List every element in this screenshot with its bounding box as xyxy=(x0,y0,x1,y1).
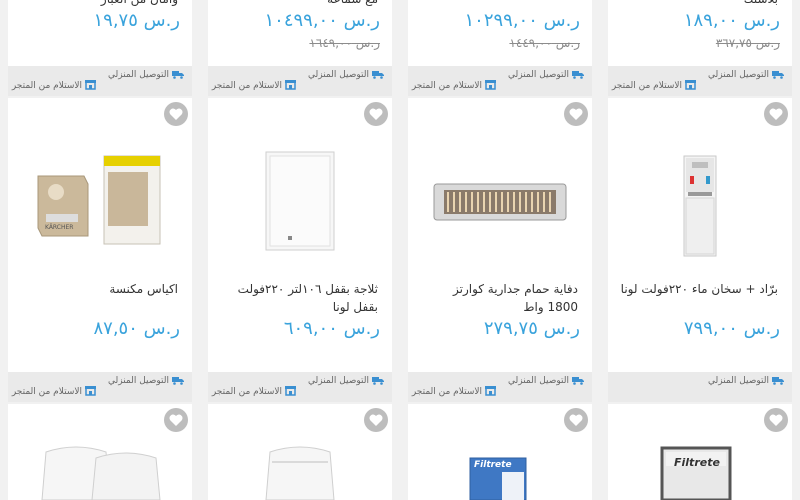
product-price: ر.س ١٩,٧٥ xyxy=(93,10,180,31)
product-price: ر.س ٢٧٩,٧٥ xyxy=(483,318,580,339)
store-pickup-option: الاستلام من المتجر xyxy=(12,385,96,397)
product-title[interactable]: مع سماعة xyxy=(220,0,378,8)
shipping-options: التوصيل المنزلي الاستلام من المتجر xyxy=(208,372,392,402)
shipping-options: التوصيل المنزلي الاستلام من المتجر xyxy=(8,372,192,402)
product-card[interactable]: Filtrete xyxy=(408,404,592,500)
product-title[interactable]: اكياس مكنسة xyxy=(20,280,178,298)
brand-logo-text: KÄRCHER xyxy=(45,224,74,231)
heart-icon xyxy=(169,414,183,426)
heart-icon xyxy=(369,108,383,120)
home-delivery-option: التوصيل المنزلي xyxy=(508,70,584,80)
product-card[interactable]: بلاستك ر.س ١٨٩,٠٠ ر.س ٣٦٧,٧٥ xyxy=(608,0,792,66)
air-purifier-pair-image[interactable] xyxy=(40,444,170,500)
product-price: ر.س ١٨٩,٠٠ xyxy=(683,10,780,31)
air-purifier-image[interactable] xyxy=(260,444,340,500)
store-icon xyxy=(485,386,496,396)
wishlist-button[interactable] xyxy=(564,102,588,126)
truck-icon xyxy=(372,71,384,79)
home-delivery-option: التوصيل المنزلي xyxy=(508,376,584,386)
store-icon xyxy=(685,80,696,90)
product-title[interactable]: برّاد + سخان ماء ٢٢٠فولت لونا xyxy=(620,280,778,298)
shipping-options: التوصيل المنزلي الاستلام من المتجر xyxy=(608,66,792,96)
truck-icon xyxy=(772,71,784,79)
store-pickup-option: الاستلام من المتجر xyxy=(212,385,296,397)
product-card[interactable]: وأمان من الغبار ر.س ١٩,٧٥ xyxy=(8,0,192,66)
product-card[interactable]: ثلاجة بقفل ١٠٦لتر ٢٢٠فولت بقفل لونا ر.س … xyxy=(208,98,392,372)
truck-icon xyxy=(372,377,384,385)
quartz-heater-image[interactable] xyxy=(432,180,568,224)
home-delivery-option: التوصيل المنزلي xyxy=(308,70,384,80)
product-price: ر.س ٦٠٩,٠٠ xyxy=(283,318,380,339)
product-price: ر.س ١٠٤٩٩,٠٠ xyxy=(264,10,380,31)
product-card[interactable]: برّاد + سخان ماء ٢٢٠فولت لونا ر.س ٧٩٩,٠٠ xyxy=(608,98,792,372)
wishlist-button[interactable] xyxy=(364,408,388,432)
store-pickup-option: الاستلام من المتجر xyxy=(412,79,496,91)
store-icon xyxy=(285,80,296,90)
wishlist-button[interactable] xyxy=(164,102,188,126)
product-card[interactable]: دفاية حمام جدارية كوارتز 1800 واط ر.س ٢٧… xyxy=(408,98,592,372)
store-pickup-option: الاستلام من المتجر xyxy=(212,79,296,91)
store-pickup-option: الاستلام من المتجر xyxy=(412,385,496,397)
product-title[interactable]: ثلاجة بقفل ١٠٦لتر ٢٢٠فولت بقفل لونا xyxy=(220,280,378,316)
product-card[interactable]: Filtrete xyxy=(608,404,792,500)
shipping-options: التوصيل المنزلي الاستلام من المتجر xyxy=(408,372,592,402)
vacuum-bags-image[interactable] xyxy=(34,152,174,248)
store-icon xyxy=(485,80,496,90)
wishlist-button[interactable] xyxy=(564,408,588,432)
product-card[interactable] xyxy=(8,404,192,500)
store-pickup-option: الاستلام من المتجر xyxy=(612,79,696,91)
wishlist-button[interactable] xyxy=(764,408,788,432)
heart-icon xyxy=(369,414,383,426)
water-dispenser-image[interactable] xyxy=(670,148,730,258)
product-old-price: ر.س ٣٦٧,٧٥ xyxy=(715,36,780,50)
truck-icon xyxy=(572,377,584,385)
store-pickup-option: الاستلام من المتجر xyxy=(12,79,96,91)
brand-logo-text: Filtrete xyxy=(674,456,720,469)
brand-logo-text: Filtrete xyxy=(474,460,512,470)
heart-icon xyxy=(769,108,783,120)
store-icon xyxy=(85,80,96,90)
shipping-options: التوصيل المنزلي الاستلام من المتجر xyxy=(208,66,392,96)
truck-icon xyxy=(172,377,184,385)
wishlist-button[interactable] xyxy=(764,102,788,126)
product-price: ر.س ٨٧,٥٠ xyxy=(93,318,180,339)
wishlist-button[interactable] xyxy=(164,408,188,432)
truck-icon xyxy=(172,71,184,79)
home-delivery-option: التوصيل المنزلي xyxy=(108,376,184,386)
mini-fridge-image[interactable] xyxy=(260,148,340,252)
truck-icon xyxy=(572,71,584,79)
heart-icon xyxy=(169,108,183,120)
wishlist-button[interactable] xyxy=(364,102,388,126)
product-old-price: ر.س ١٦٤٩,٠٠ xyxy=(309,36,380,50)
store-icon xyxy=(85,386,96,396)
heart-icon xyxy=(569,414,583,426)
product-card[interactable]: ر.س ١٠٢٩٩,٠٠ ر.س ١٤٤٩,٠٠ xyxy=(408,0,592,66)
product-title[interactable]: دفاية حمام جدارية كوارتز 1800 واط xyxy=(420,280,578,316)
product-card[interactable] xyxy=(208,404,392,500)
shipping-options: التوصيل المنزلي الاستلام من المتجر xyxy=(8,66,192,96)
product-card[interactable]: KÄRCHER اكياس مكنسة ر.س ٨٧,٥٠ xyxy=(8,98,192,372)
heart-icon xyxy=(569,108,583,120)
shipping-options: التوصيل المنزلي الاستلام من المتجر xyxy=(408,66,592,96)
product-price: ر.س ١٠٢٩٩,٠٠ xyxy=(464,10,580,31)
product-title[interactable]: بلاستك xyxy=(620,0,778,8)
heart-icon xyxy=(769,414,783,426)
truck-icon xyxy=(772,377,784,385)
filtrete-filter-image[interactable] xyxy=(658,444,734,500)
product-title[interactable]: وأمان من الغبار xyxy=(20,0,178,8)
home-delivery-option: التوصيل المنزلي xyxy=(708,376,784,386)
home-delivery-option: التوصيل المنزلي xyxy=(708,70,784,80)
shipping-options: التوصيل المنزلي xyxy=(608,372,792,402)
store-icon xyxy=(285,386,296,396)
home-delivery-option: التوصيل المنزلي xyxy=(308,376,384,386)
product-card[interactable]: مع سماعة ر.س ١٠٤٩٩,٠٠ ر.س ١٦٤٩,٠٠ xyxy=(208,0,392,66)
product-old-price: ر.س ١٤٤٩,٠٠ xyxy=(509,36,580,50)
product-price: ر.س ٧٩٩,٠٠ xyxy=(683,318,780,339)
home-delivery-option: التوصيل المنزلي xyxy=(108,70,184,80)
